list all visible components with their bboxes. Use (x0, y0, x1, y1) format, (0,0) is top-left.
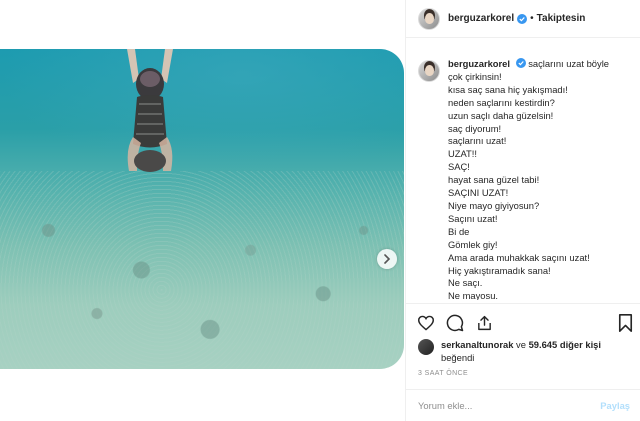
author-username[interactable]: berguzarkorel (448, 13, 514, 24)
heart-icon (417, 315, 435, 331)
caption-line: Gömlek giy! (448, 238, 498, 250)
comment-bubble-icon (446, 314, 464, 332)
verified-badge-icon (515, 58, 526, 68)
diver-figure (127, 49, 173, 172)
caption-line: SAÇINI UZAT! (448, 187, 509, 199)
actions-bar (406, 303, 640, 342)
caption-username[interactable]: berguzarkorel (448, 58, 510, 69)
caption-line: UZAT!! (448, 148, 477, 160)
caption-line: neden saçlarını kestirdin? (448, 96, 555, 108)
like-button[interactable] (416, 313, 436, 333)
post-header: berguzarkorel • Takiptesin (406, 0, 640, 38)
caption-line: çok çirkinsin! (448, 70, 502, 82)
likes-count-link[interactable]: 59.645 diğer kişi (529, 339, 601, 350)
water-haze (0, 49, 404, 177)
caption-line: saç diyorum! (448, 122, 502, 134)
post-media-pane (0, 0, 405, 421)
caption-line: hayat sana güzel tabi! (448, 174, 540, 186)
caption-line: Hiç yakıştıramadık sana! (448, 264, 551, 276)
header-separator: • (530, 13, 534, 24)
caption-line: uzun saçlı daha güzelsin! (448, 109, 554, 121)
comment-input[interactable] (418, 400, 601, 411)
caption-line: SAÇ! (448, 161, 470, 173)
comment-bar: Paylaş (406, 389, 640, 421)
caption-scroll-area[interactable]: berguzarkorel saçlarını uzat böyle çok ç… (418, 58, 634, 300)
caption-author-avatar[interactable] (418, 60, 440, 82)
carousel-next-button[interactable] (377, 249, 397, 269)
caption-text: berguzarkorel saçlarını uzat böyle çok ç… (448, 58, 609, 300)
caption-line: Saçını uzat! (448, 212, 498, 224)
caption-line: Ne mayosu. (448, 290, 499, 300)
save-button[interactable] (615, 313, 635, 333)
caption-line: berguzarkorel saçlarını uzat böyle (448, 58, 609, 69)
author-avatar[interactable] (418, 7, 440, 30)
follow-status-button[interactable]: Takiptesin (537, 13, 586, 24)
share-icon (477, 315, 491, 331)
caption-line: Ne saçı. (448, 277, 483, 289)
caption-line: saçlarını uzat! (448, 135, 507, 147)
caption-line: Bi de (448, 225, 470, 237)
action-buttons (406, 304, 640, 342)
caption-line: Niye mayo giyiyosun? (448, 199, 540, 211)
likes-suffix: beğendi (441, 352, 475, 363)
verified-badge-icon (517, 13, 528, 24)
chevron-right-icon (384, 254, 391, 264)
post-comment-button[interactable]: Paylaş (600, 400, 630, 411)
share-button[interactable] (474, 313, 494, 333)
likes-conjunction: ve (516, 339, 526, 350)
liker-username[interactable]: serkanaltunorak (441, 339, 513, 350)
comment-button[interactable] (445, 313, 465, 333)
likes-summary: serkanaltunorak ve 59.645 diğer kişi beğ… (418, 338, 601, 364)
likes-text: serkanaltunorak ve 59.645 diğer kişi beğ… (441, 338, 601, 364)
post-sidebar: berguzarkorel • Takiptesin berguzarkorel… (405, 0, 640, 421)
liker-avatar[interactable] (418, 339, 434, 355)
bookmark-icon (618, 314, 632, 332)
caption-row: berguzarkorel saçlarını uzat böyle çok ç… (418, 58, 634, 300)
post-photo[interactable] (0, 49, 404, 369)
post-timestamp[interactable]: 3 SAAT ÖNCE (418, 370, 468, 377)
caption-line: kısa saç sana hiç yakışmadı! (448, 83, 568, 95)
caption-line: Ama arada muhakkak saçını uzat! (448, 251, 590, 263)
seabed (0, 170, 404, 369)
